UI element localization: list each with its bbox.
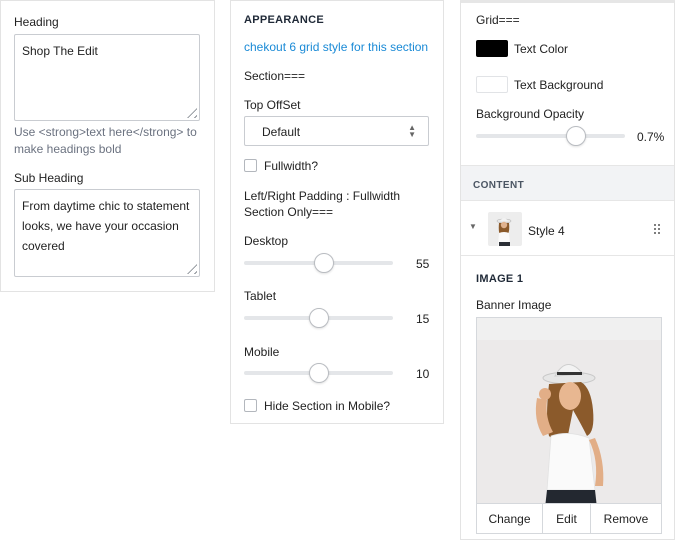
banner-image-label: Banner Image — [476, 298, 552, 312]
top-offset-value: Default — [262, 125, 301, 139]
content-caption: CONTENT — [473, 180, 525, 191]
slider-value-mobile: 10 — [416, 367, 430, 381]
fullwidth-label: Fullwidth? — [264, 159, 319, 173]
text-color-swatch[interactable] — [476, 40, 508, 57]
top-offset-label: Top OffSet — [244, 98, 301, 112]
image-actions: Change Edit Remove — [477, 503, 661, 533]
appearance-panel: APPEARANCE chekout 6 grid style for this… — [230, 0, 444, 424]
item-label: Style 4 — [528, 224, 565, 238]
opacity-slider[interactable] — [476, 125, 625, 147]
change-button[interactable]: Change — [477, 504, 543, 533]
drag-handle-icon[interactable] — [654, 223, 660, 234]
slider-thumb[interactable] — [308, 363, 329, 383]
heading-label: Heading — [14, 15, 59, 29]
opacity-value: 0.7% — [637, 130, 665, 144]
edit-button[interactable]: Edit — [543, 504, 591, 533]
caret-down-icon[interactable]: ▼ — [469, 222, 477, 231]
padding-label: Left/Right Padding : Fullwidth Section O… — [244, 189, 401, 219]
grid-style-link[interactable]: chekout 6 grid style for this section — [244, 40, 428, 54]
slider-value-tablet: 15 — [416, 312, 430, 326]
subheading-value: From daytime chic to statement looks, we… — [22, 199, 190, 253]
remove-button[interactable]: Remove — [591, 504, 661, 533]
tablet-padding-slider[interactable] — [244, 307, 393, 329]
slider-value-desktop: 55 — [416, 257, 430, 271]
desktop-padding-slider[interactable] — [244, 252, 393, 274]
resize-grip-icon[interactable] — [187, 264, 197, 274]
text-settings-panel: Heading Shop The Edit Use <strong>text h… — [0, 0, 215, 292]
slider-thumb[interactable] — [314, 253, 335, 273]
resize-grip-icon[interactable] — [187, 108, 197, 118]
section-marker: Section=== — [244, 69, 306, 83]
text-background-label: Text Background — [514, 78, 604, 92]
image-title: IMAGE 1 — [476, 273, 524, 285]
mobile-padding-slider[interactable] — [244, 362, 393, 384]
subheading-textarea[interactable]: From daytime chic to statement looks, we… — [14, 189, 200, 277]
up-down-arrows-icon: ▲ ▼ — [408, 123, 416, 139]
appearance-title: APPEARANCE — [244, 14, 325, 26]
banner-image — [477, 340, 661, 526]
opacity-label: Background Opacity — [476, 107, 585, 121]
subheading-label: Sub Heading — [14, 171, 84, 185]
heading-textarea[interactable]: Shop The Edit — [14, 34, 200, 121]
heading-value: Shop The Edit — [22, 44, 98, 58]
banner-image-box[interactable]: Change Edit Remove — [476, 317, 662, 534]
heading-help-text: Use <strong>text here</strong> to make h… — [14, 125, 197, 156]
slider-label-tablet: Tablet — [244, 289, 277, 303]
text-color-label: Text Color — [514, 42, 569, 56]
slider-thumb[interactable] — [308, 308, 329, 328]
style-panel: Grid=== Text Color Text Background Backg… — [460, 0, 675, 540]
slider-label-mobile: Mobile — [244, 345, 280, 359]
text-background-swatch[interactable] — [476, 76, 508, 93]
slider-thumb[interactable] — [565, 126, 586, 146]
content-header: CONTENT — [461, 165, 674, 201]
hide-mobile-checkbox[interactable] — [244, 399, 257, 412]
slider-label-desktop: Desktop — [244, 234, 289, 248]
content-item-row[interactable]: ▼ Style 4 — [461, 201, 674, 256]
slider-track — [476, 134, 625, 138]
top-offset-select[interactable]: Default ▲ ▼ — [244, 116, 429, 146]
item-thumbnail — [488, 212, 522, 246]
fullwidth-checkbox[interactable] — [244, 159, 257, 172]
hide-mobile-label: Hide Section in Mobile? — [264, 399, 391, 413]
grid-marker: Grid=== — [476, 13, 520, 27]
